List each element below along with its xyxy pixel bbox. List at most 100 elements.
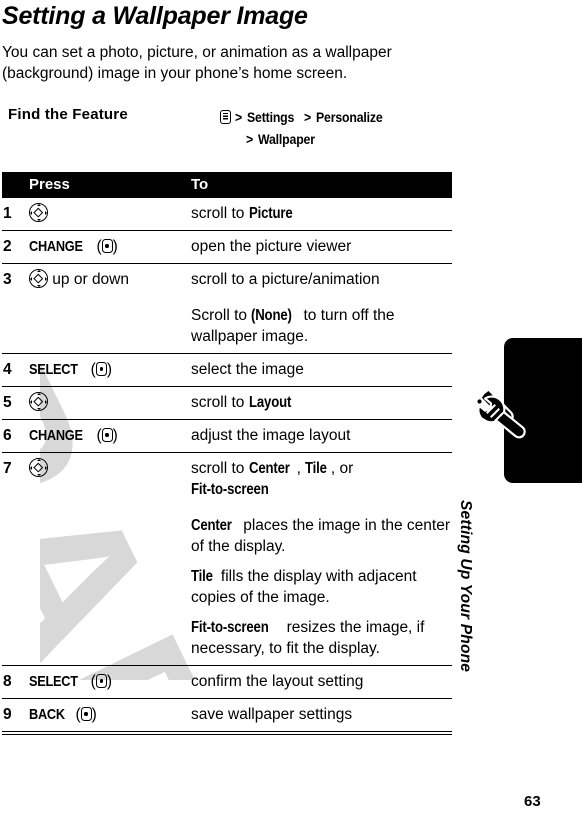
- step-to: save wallpaper settings: [189, 698, 452, 732]
- softkey-icon: [80, 707, 92, 721]
- table-row: 2 CHANGE () open the picture viewer: [2, 230, 452, 264]
- step-number: 5: [2, 386, 27, 420]
- step-number: 3: [2, 263, 27, 296]
- step-to: scroll to Picture: [189, 198, 452, 231]
- find-the-feature-label: Find the Feature: [8, 106, 128, 123]
- step-note-prefix: Scroll to: [191, 307, 252, 324]
- step-press: [27, 386, 189, 420]
- find-the-feature-path: > Settings > Personalize > Wallpaper: [220, 106, 465, 150]
- nav-key-icon: [29, 458, 48, 477]
- table-row: 5 scroll to Layout: [2, 386, 452, 420]
- step-to: confirm the layout setting: [189, 665, 452, 699]
- layout-note: Tile fills the display with adjacent cop…: [191, 566, 450, 608]
- step-note: Scroll to (None) to turn off the wallpap…: [189, 296, 452, 354]
- softkey-icon: [95, 674, 107, 688]
- step-press: [27, 452, 189, 506]
- step-press: [27, 198, 189, 231]
- step-press: up or down: [27, 263, 189, 296]
- table-row: 3 up or down scroll to a picture/animati…: [2, 263, 452, 296]
- step-press-label: BACK: [29, 706, 65, 723]
- path-separator-2: >: [304, 109, 312, 125]
- layout-notes: Center places the image in the center of…: [189, 506, 452, 666]
- table-row: 1 scroll to Picture: [2, 198, 452, 231]
- step-to: open the picture viewer: [189, 230, 452, 264]
- spacer: [27, 296, 189, 354]
- step-to: select the image: [189, 353, 452, 387]
- softkey-icon: [101, 239, 113, 253]
- header-number: [2, 172, 27, 198]
- step-number: 6: [2, 419, 27, 453]
- page-title: Setting a Wallpaper Image: [2, 2, 308, 30]
- spacer: [2, 731, 27, 735]
- step-number: 4: [2, 353, 27, 387]
- steps-table: Press To 1 scroll to Picture 2 CHANGE ()…: [2, 172, 452, 735]
- layout-note-keyword: Center: [191, 517, 232, 534]
- table-row: 6 CHANGE () adjust the image layout: [2, 419, 452, 453]
- header-to: To: [189, 172, 452, 198]
- chapter-title: Setting Up Your Phone: [457, 500, 474, 673]
- step-number: 9: [2, 698, 27, 732]
- step-press: SELECT (): [27, 353, 189, 387]
- step-to-keyword: Layout: [248, 394, 291, 411]
- steps-table-body: 1 scroll to Picture 2 CHANGE () open the…: [2, 198, 452, 735]
- spacer: [189, 731, 452, 735]
- step-press: CHANGE (): [27, 230, 189, 264]
- table-row-continuation: Scroll to (None) to turn off the wallpap…: [2, 296, 452, 354]
- softkey-icon: [101, 428, 113, 442]
- step-press: SELECT (): [27, 665, 189, 699]
- softkey-icon: [95, 362, 107, 376]
- menu-icon: [220, 110, 231, 124]
- step-to-prefix: scroll to: [191, 205, 249, 222]
- step-to-prefix: scroll to: [191, 460, 249, 477]
- steps-table-head: Press To: [2, 172, 452, 198]
- step-to: adjust the image layout: [189, 419, 452, 453]
- step-press: BACK (): [27, 698, 189, 732]
- step-number: 7: [2, 452, 27, 506]
- table-row-continuation: Center places the image in the center of…: [2, 506, 452, 666]
- step-note-keyword: (None): [251, 307, 293, 324]
- step-to-keyword-tile: Tile: [305, 460, 328, 477]
- step-to: scroll to a picture/animation: [189, 263, 452, 296]
- table-row: 9 BACK () save wallpaper settings: [2, 698, 452, 732]
- page-number: 63: [524, 793, 541, 810]
- step-to-keyword-center: Center: [248, 460, 290, 477]
- spacer: [2, 296, 27, 354]
- layout-note-text: fills the display with adjacent copies o…: [191, 568, 417, 606]
- path-item-personalize: Personalize: [316, 109, 383, 125]
- table-row: 8 SELECT () confirm the layout setting: [2, 665, 452, 699]
- intro-paragraph: You can set a photo, picture, or animati…: [2, 44, 392, 82]
- table-row: 7 scroll to Center, Tile, or Fit-to-scre…: [2, 452, 452, 506]
- wrench-screwdriver-icon: [470, 382, 528, 440]
- find-the-feature-path-line2: > Wallpaper: [220, 128, 465, 150]
- step-to-keyword-fit-to-screen: Fit-to-screen: [191, 481, 269, 498]
- spacer: [27, 731, 189, 735]
- table-bottom-rule: [2, 731, 452, 735]
- layout-note-keyword: Tile: [191, 568, 213, 585]
- path-separator-3: >: [246, 131, 254, 147]
- step-number: 2: [2, 230, 27, 264]
- table-row: 4 SELECT () select the image: [2, 353, 452, 387]
- nav-key-icon: [29, 392, 48, 411]
- step-to-mid-2: , or: [330, 460, 354, 477]
- nav-key-icon: [29, 203, 48, 222]
- path-item-wallpaper: Wallpaper: [257, 131, 315, 147]
- step-press-suffix: up or down: [48, 271, 129, 288]
- header-press: Press: [27, 172, 189, 198]
- step-press-label: CHANGE: [29, 427, 83, 444]
- path-item-settings: Settings: [246, 109, 294, 125]
- step-to: scroll to Layout: [189, 386, 452, 420]
- step-to: scroll to Center, Tile, or Fit-to-screen: [189, 452, 452, 506]
- step-to-mid-1: ,: [296, 460, 306, 477]
- layout-note: Center places the image in the center of…: [191, 515, 450, 557]
- nav-key-icon: [29, 269, 48, 288]
- step-to-keyword: Picture: [248, 205, 293, 222]
- page-content: Setting a Wallpaper Image You can set a …: [0, 0, 582, 838]
- step-press-label: SELECT: [29, 361, 78, 378]
- step-number: 8: [2, 665, 27, 699]
- layout-note: Fit-to-screen resizes the image, if nece…: [191, 617, 450, 659]
- step-press: CHANGE (): [27, 419, 189, 453]
- spacer: [2, 506, 27, 666]
- step-press-label: CHANGE: [29, 238, 83, 255]
- step-number: 1: [3, 205, 12, 222]
- spacer: [27, 506, 189, 666]
